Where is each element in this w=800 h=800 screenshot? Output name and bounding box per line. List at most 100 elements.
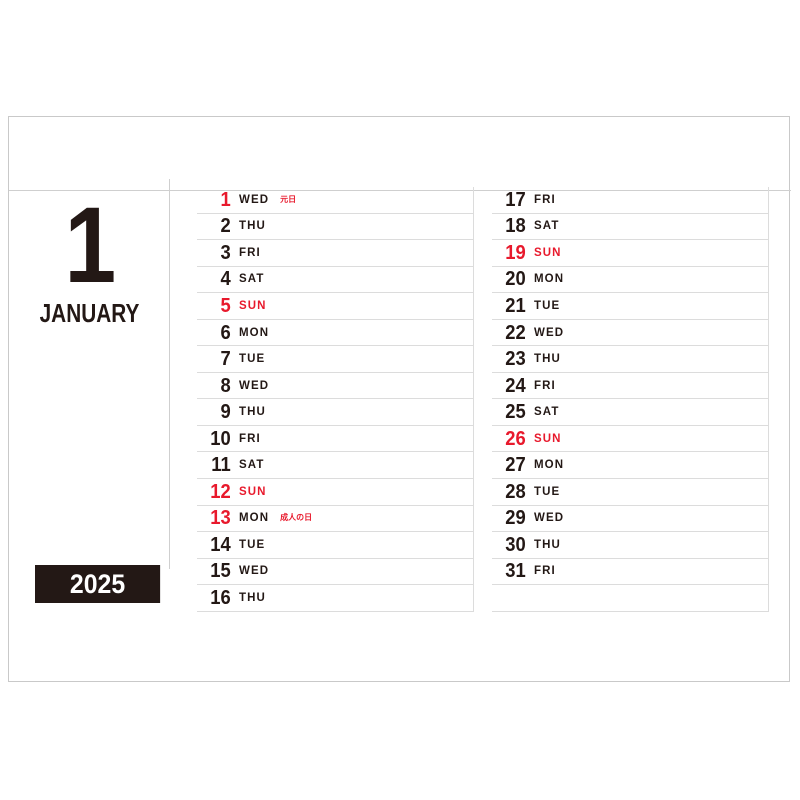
day-row: 9 THU bbox=[197, 399, 474, 426]
day-weekday: WED bbox=[534, 326, 565, 339]
year-badge: 2025 bbox=[35, 565, 161, 603]
day-number: 9 bbox=[220, 401, 231, 424]
day-weekday: SUN bbox=[239, 299, 267, 312]
day-row: 25 SAT bbox=[492, 399, 769, 426]
day-number: 25 bbox=[505, 401, 526, 424]
day-row: 15 WED bbox=[197, 558, 474, 586]
day-weekday: WED bbox=[239, 379, 270, 392]
day-row: 23 THU bbox=[492, 346, 769, 373]
day-number: 20 bbox=[505, 268, 526, 291]
calendar-page: 1 JANUARY 2025 1 WED 元日 2 THU 3 FRI 4 SAT 5 SUN 6 MO… bbox=[8, 116, 791, 683]
day-row: 10 FRI bbox=[197, 425, 474, 453]
day-weekday: TUE bbox=[239, 538, 266, 551]
day-row: 29 WED bbox=[492, 505, 769, 533]
day-weekday: MON bbox=[534, 273, 565, 286]
day-number: 3 bbox=[220, 241, 231, 264]
day-number: 8 bbox=[220, 374, 231, 397]
day-weekday: THU bbox=[239, 591, 266, 604]
day-column-second-half: 17 FRI 18 SAT 19 SUN 20 MON 21 TUE 22 WED 23 THU 24 FRI… bbox=[492, 187, 769, 612]
day-number: 11 bbox=[211, 454, 231, 477]
day-row: 19 SUN bbox=[492, 240, 769, 267]
day-row: 6 MON bbox=[197, 319, 474, 347]
day-row: 17 FRI bbox=[492, 187, 769, 214]
day-row: 24 FRI bbox=[492, 372, 769, 400]
day-weekday: TUE bbox=[239, 353, 266, 366]
day-number: 13 bbox=[210, 507, 231, 530]
day-weekday: THU bbox=[534, 538, 561, 551]
day-number: 6 bbox=[220, 321, 231, 344]
day-number: 1 bbox=[220, 188, 231, 211]
month-vertical-divider bbox=[169, 179, 170, 569]
day-row: 21 TUE bbox=[492, 293, 769, 320]
day-weekday: SUN bbox=[534, 432, 562, 445]
day-weekday: THU bbox=[239, 406, 266, 419]
day-number: 31 bbox=[505, 560, 526, 583]
day-number: 26 bbox=[505, 427, 526, 450]
day-number: 24 bbox=[505, 374, 526, 397]
day-number: 30 bbox=[505, 533, 526, 556]
day-weekday: WED bbox=[239, 193, 270, 206]
month-number: 1 bbox=[64, 184, 117, 305]
day-row: 12 SUN bbox=[197, 479, 474, 506]
day-number: 14 bbox=[210, 533, 231, 556]
day-weekday: WED bbox=[239, 565, 270, 578]
day-weekday: FRI bbox=[239, 246, 261, 259]
day-row: 5 SUN bbox=[197, 293, 474, 320]
day-number: 17 bbox=[505, 188, 526, 211]
holiday-note: 成人の日 bbox=[280, 513, 313, 523]
day-row: 20 MON bbox=[492, 266, 769, 294]
day-row: 22 WED bbox=[492, 319, 769, 347]
day-number: 10 bbox=[210, 427, 231, 450]
day-row bbox=[492, 585, 769, 612]
day-number: 4 bbox=[220, 268, 231, 291]
day-row: 1 WED 元日 bbox=[197, 187, 474, 214]
day-weekday: FRI bbox=[534, 379, 556, 392]
month-name: JANUARY bbox=[39, 298, 140, 328]
day-weekday: SAT bbox=[239, 459, 265, 472]
day-number: 18 bbox=[505, 215, 526, 238]
day-row: 31 FRI bbox=[492, 558, 769, 586]
day-row: 27 MON bbox=[492, 452, 769, 480]
day-number: 16 bbox=[210, 586, 231, 609]
day-weekday: FRI bbox=[534, 565, 556, 578]
day-weekday: TUE bbox=[534, 299, 561, 312]
day-weekday: SAT bbox=[534, 220, 560, 233]
day-row: 16 THU bbox=[197, 585, 474, 612]
day-number: 27 bbox=[505, 454, 526, 477]
day-number: 5 bbox=[220, 294, 231, 317]
day-weekday: MON bbox=[534, 459, 565, 472]
day-number: 7 bbox=[220, 348, 231, 371]
day-number: 22 bbox=[505, 321, 526, 344]
holiday-note: 元日 bbox=[280, 194, 297, 204]
day-weekday: SAT bbox=[239, 273, 265, 286]
day-row: 11 SAT bbox=[197, 452, 474, 480]
day-row: 13 MON 成人の日 bbox=[197, 505, 474, 533]
day-row: 18 SAT bbox=[492, 213, 769, 241]
day-weekday: SUN bbox=[534, 246, 562, 259]
day-weekday: FRI bbox=[534, 193, 556, 206]
day-row: 26 SUN bbox=[492, 425, 769, 453]
day-weekday: SUN bbox=[239, 485, 267, 498]
day-number: 19 bbox=[505, 241, 526, 264]
day-weekday: SAT bbox=[534, 406, 560, 419]
day-row: 7 TUE bbox=[197, 346, 474, 373]
day-weekday: TUE bbox=[534, 485, 561, 498]
day-weekday: MON bbox=[239, 326, 270, 339]
day-weekday: THU bbox=[534, 353, 561, 366]
day-number: 29 bbox=[505, 507, 526, 530]
month-block: 1 JANUARY 2025 bbox=[9, 117, 170, 683]
day-number: 28 bbox=[505, 480, 526, 503]
day-column-first-half: 1 WED 元日 2 THU 3 FRI 4 SAT 5 SUN 6 MON 7 TUE 8 WED 9 THU 10… bbox=[197, 187, 474, 612]
day-weekday: WED bbox=[534, 512, 565, 525]
day-weekday: FRI bbox=[239, 432, 261, 445]
day-row: 14 TUE bbox=[197, 532, 474, 559]
day-row: 2 THU bbox=[197, 213, 474, 241]
day-number: 2 bbox=[220, 215, 231, 238]
day-weekday: MON bbox=[239, 512, 270, 525]
day-number: 12 bbox=[210, 480, 231, 503]
day-number: 15 bbox=[210, 560, 231, 583]
day-row: 3 FRI bbox=[197, 240, 474, 267]
day-weekday: THU bbox=[239, 220, 266, 233]
day-row: 28 TUE bbox=[492, 479, 769, 506]
day-number: 23 bbox=[505, 348, 526, 371]
